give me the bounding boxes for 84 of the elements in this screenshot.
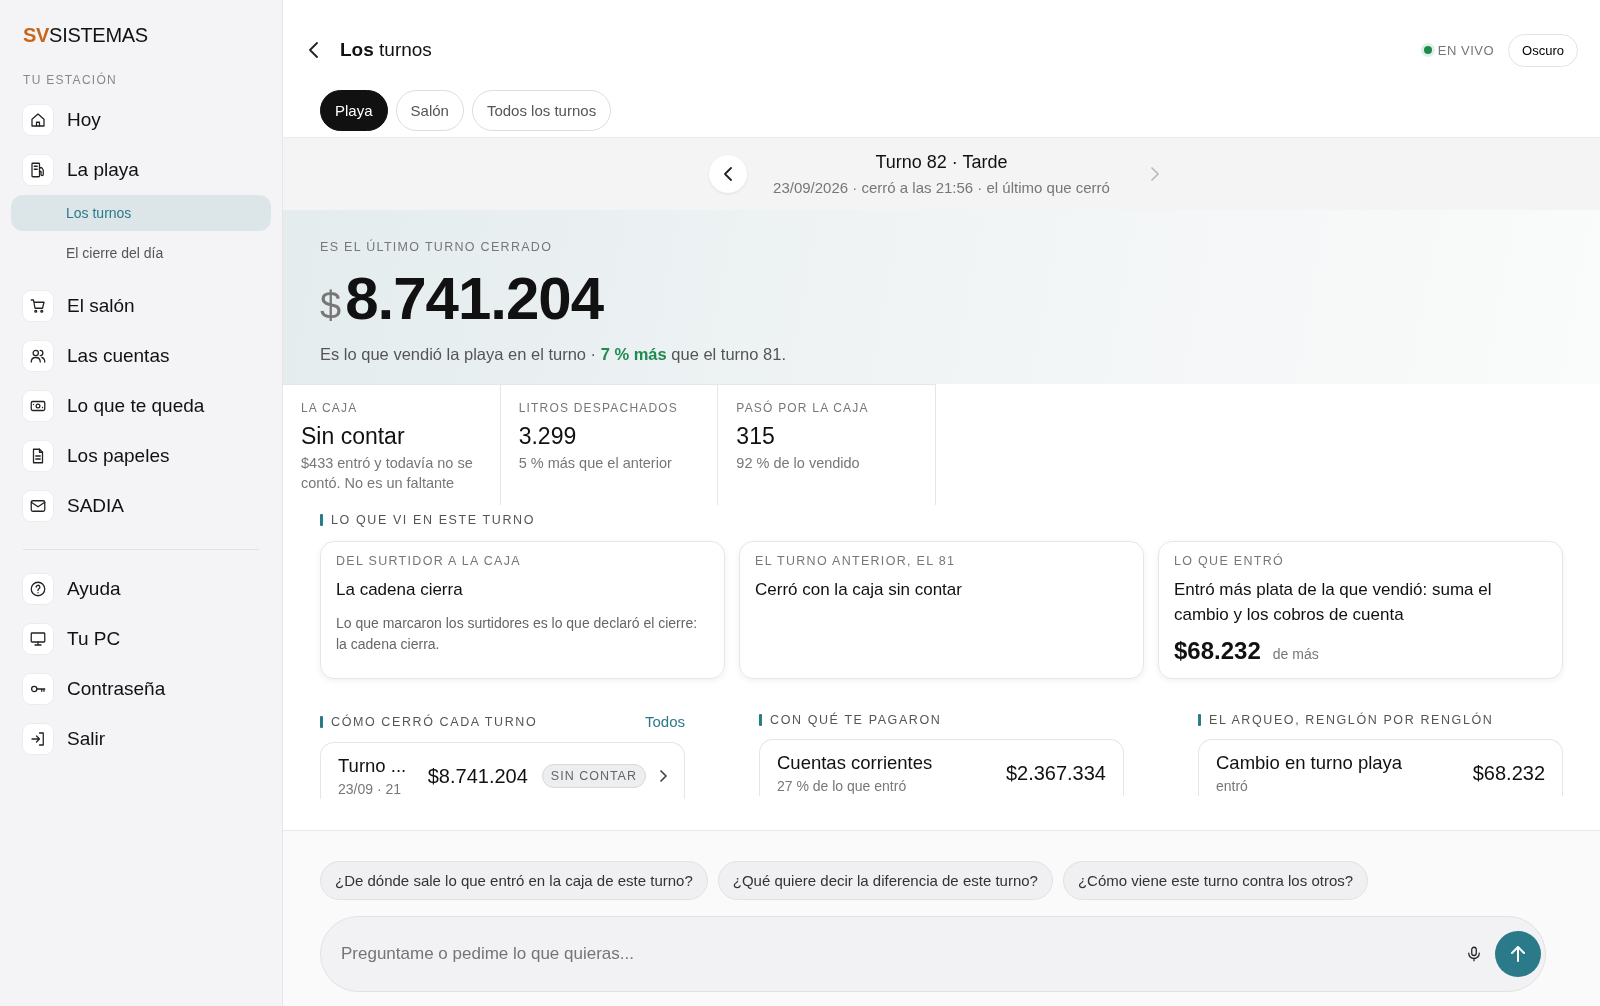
filter-tab[interactable]: Playa: [320, 90, 388, 131]
row-amount: $68.232: [1472, 761, 1545, 785]
card-amount: $68.232: [1174, 637, 1261, 666]
sidebar-item[interactable]: Salir: [11, 718, 271, 760]
arrow-up-icon: [1511, 946, 1525, 962]
brand-logo: SVSISTEMAS: [23, 24, 149, 47]
chevron-right-icon: [660, 770, 667, 783]
help-icon: [29, 580, 47, 598]
sidebar-item[interactable]: Tu PC: [11, 618, 271, 660]
row-title: Cuentas corrientes: [777, 752, 933, 775]
chevron-left-icon: [724, 167, 733, 181]
sidebar-item[interactable]: Los papeles: [11, 435, 271, 477]
sidebar-subitem[interactable]: El cierre del día: [11, 235, 271, 271]
sidebar-item[interactable]: Ayuda: [11, 568, 271, 610]
suggestion-chip[interactable]: ¿De dónde sale lo que entró en la caja de este turno?: [320, 861, 708, 900]
theme-button[interactable]: Oscuro: [1508, 33, 1578, 67]
shift-subtitle: 23/09/2026 · cerró a las 21:56 · el último que cerró: [773, 179, 1110, 196]
section-title: LO QUE VI EN ESTE TURNO: [331, 513, 535, 528]
chat-field[interactable]: Preguntame o pedime lo que quieras...: [320, 916, 1546, 992]
row-title: Turno ...: [338, 755, 407, 778]
card-title: La cadena cierra: [336, 579, 464, 602]
section-label: TU ESTACIÓN: [23, 73, 119, 87]
stat-note: 5 % más que el anterior: [518, 454, 673, 473]
fuel-pump-icon: [29, 161, 47, 179]
row-note: 27 % de lo que entró: [777, 778, 908, 795]
chevron-right-icon: [1150, 167, 1159, 181]
row-amount: $8.741.204: [427, 764, 528, 788]
stat-note: 92 % de lo vendido: [736, 454, 861, 473]
stat-note: $433 entró y todavía no se contó. No es un faltante: [301, 454, 474, 493]
row-title: Cambio en turno playa: [1216, 752, 1403, 775]
sidebar-item[interactable]: Las cuentas: [11, 335, 271, 377]
currency-sign: $: [320, 285, 342, 328]
page-title: Los turnos: [340, 39, 432, 61]
status-badge: SIN CONTAR: [541, 764, 646, 789]
card-eyebrow: LO QUE ENTRÓ: [1174, 554, 1286, 569]
card-eyebrow: EL TURNO ANTERIOR, EL 81: [755, 554, 957, 569]
section-title: CÓMO CERRÓ CADA TURNO: [331, 714, 538, 729]
sidebar-subitem[interactable]: Los turnos: [11, 195, 271, 231]
suggestion-chip[interactable]: ¿Cómo viene este turno contra los otros?: [1062, 861, 1369, 900]
hero-note: Es lo que vendió la playa en el turno · 7 % más que el turno 81.: [320, 345, 787, 364]
sidebar-item[interactable]: Contraseña: [11, 668, 271, 710]
home-icon: [29, 111, 47, 129]
suggestion-chip[interactable]: ¿Qué quiere decir la diferencia de este turno?: [717, 861, 1053, 900]
sidebar-item[interactable]: SADIA: [11, 485, 271, 527]
cart-icon: [29, 297, 47, 315]
mail-icon: [29, 497, 47, 515]
list-card[interactable]: Turno ... 23/09 · 21 $8.741.204 SIN CONTAR: [320, 742, 685, 800]
all-link[interactable]: Todos: [644, 713, 685, 731]
hero-eyebrow: ES EL ÚLTIMO TURNO CERRADO: [320, 240, 554, 254]
list-card[interactable]: Cuentas corrientes 27 % de lo que entró $2.367.334: [759, 739, 1124, 797]
microphone-icon: [1465, 945, 1483, 963]
chevron-left-icon: [309, 42, 318, 58]
stat-value: Sin contar: [301, 423, 406, 450]
row-note: 23/09 · 21: [338, 781, 403, 798]
stat-label: PASÓ POR LA CAJA: [736, 401, 870, 415]
logout-icon: [29, 730, 47, 748]
stat-label: LITROS DESPACHADOS: [518, 401, 680, 415]
monitor-icon: [29, 630, 47, 648]
previous-button[interactable]: [709, 155, 748, 193]
list-card[interactable]: Cambio en turno playa entró $68.232: [1198, 739, 1563, 797]
sidebar-item[interactable]: La playa: [11, 149, 271, 191]
row-note: entró: [1216, 778, 1249, 795]
amount-note: de más: [1272, 646, 1319, 663]
card-text: Lo que marcaron los surtidores es lo que declaró el cierre: la cadena cierra.: [336, 613, 699, 654]
row-amount: $2.367.334: [1005, 761, 1106, 785]
stat-value: 3.299: [518, 423, 578, 450]
shift-title: Turno 82 · Tarde: [874, 152, 1009, 173]
card-eyebrow: DEL SURTIDOR A LA CAJA: [336, 554, 522, 569]
chat-input[interactable]: Preguntame o pedime lo que quieras...: [339, 943, 1453, 965]
filter-tab[interactable]: Salón: [395, 90, 464, 131]
live-label: EN VIVO: [1437, 42, 1495, 58]
card-title: Entró más plata de la que vendió: suma el cambio y los cobros de cuenta: [1174, 579, 1493, 626]
send-button[interactable]: [1495, 931, 1541, 977]
section-title: EL ARQUEO, RENGLÓN POR RENGLÓN: [1209, 713, 1494, 728]
stat-value: 315: [736, 423, 776, 450]
users-icon: [29, 347, 47, 365]
sidebar-item[interactable]: El salón: [11, 285, 271, 327]
sidebar-item[interactable]: Hoy: [11, 99, 271, 141]
filter-tab[interactable]: Todos los turnos: [471, 90, 612, 131]
total-amount: 8.741.204: [345, 264, 604, 333]
card-title: Cerró con la caja sin contar: [755, 579, 963, 602]
section-title: CON QUÉ TE PAGARON: [770, 713, 942, 728]
stat-label: LA CAJA: [301, 401, 359, 415]
sidebar-item[interactable]: Lo que te queda: [11, 385, 271, 427]
